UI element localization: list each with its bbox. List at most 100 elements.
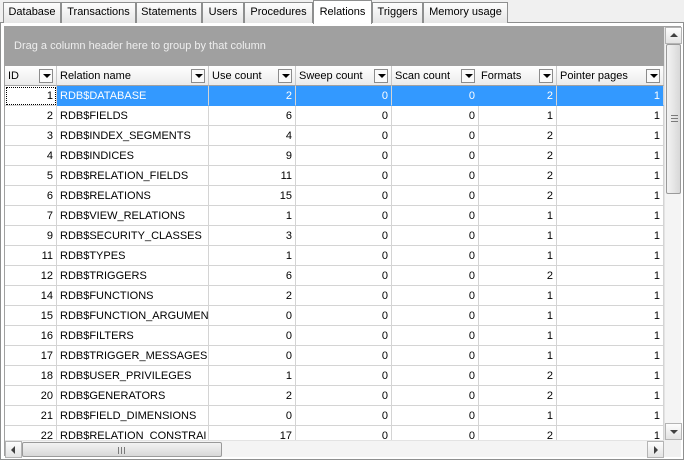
cell-scan-count[interactable]: 0 [392,286,479,306]
cell-pointer-pages[interactable]: 1 [557,126,664,146]
cell-use-count[interactable]: 0 [209,346,296,366]
cell-sweep-count[interactable]: 0 [296,366,392,386]
vertical-scrollbar[interactable] [664,27,682,440]
cell-pointer-pages[interactable]: 1 [557,306,664,326]
cell-pointer-pages[interactable]: 1 [557,266,664,286]
table-row[interactable]: 2 RDB$FIELDS 6 0 0 1 1 [5,106,664,126]
cell-use-count[interactable]: 2 [209,86,296,106]
cell-scan-count[interactable]: 0 [392,266,479,286]
cell-scan-count[interactable]: 0 [392,206,479,226]
cell-relation-name[interactable]: RDB$DATABASE [57,86,209,106]
cell-formats[interactable]: 1 [478,346,557,366]
cell-sweep-count[interactable]: 0 [296,286,392,306]
cell-formats[interactable]: 2 [478,166,557,186]
cell-sweep-count[interactable]: 0 [296,126,392,146]
vertical-scroll-thumb[interactable] [666,44,681,194]
horizontal-scroll-thumb[interactable] [22,442,222,457]
cell-relation-name[interactable]: RDB$INDICES [57,146,209,166]
cell-use-count[interactable]: 3 [209,226,296,246]
cell-scan-count[interactable]: 0 [392,226,479,246]
cell-id[interactable]: 21 [5,406,57,426]
cell-relation-name[interactable]: RDB$RELATION_FIELDS [57,166,209,186]
table-row[interactable]: 21 RDB$FIELD_DIMENSIONS 0 0 0 1 1 [5,406,664,426]
cell-relation-name[interactable]: RDB$FUNCTION_ARGUMEN [57,306,209,326]
cell-scan-count[interactable]: 0 [392,126,479,146]
chevron-down-icon[interactable] [39,69,53,83]
column-header-relation-name[interactable]: Relation name [57,66,209,86]
scroll-up-button[interactable] [665,27,682,44]
cell-use-count[interactable]: 0 [209,306,296,326]
cell-sweep-count[interactable]: 0 [296,106,392,126]
chevron-down-icon[interactable] [278,69,292,83]
cell-relation-name[interactable]: RDB$GENERATORS [57,386,209,406]
column-header-pointer-pages[interactable]: Pointer pages [557,66,664,86]
cell-formats[interactable]: 1 [478,286,557,306]
cell-formats[interactable]: 2 [478,266,557,286]
tab-statements[interactable]: Statements [136,2,202,23]
cell-pointer-pages[interactable]: 1 [557,406,664,426]
cell-use-count[interactable]: 4 [209,126,296,146]
cell-relation-name[interactable]: RDB$VIEW_RELATIONS [57,206,209,226]
table-row[interactable]: 17 RDB$TRIGGER_MESSAGES 0 0 0 1 1 [5,346,664,366]
cell-relation-name[interactable]: RDB$USER_PRIVILEGES [57,366,209,386]
table-row[interactable]: 6 RDB$RELATIONS 15 0 0 2 1 [5,186,664,206]
cell-relation-name[interactable]: RDB$INDEX_SEGMENTS [57,126,209,146]
horizontal-scrollbar[interactable] [5,440,664,458]
table-row[interactable]: 1 RDB$DATABASE 2 0 0 2 1 [5,86,664,106]
cell-sweep-count[interactable]: 0 [296,326,392,346]
chevron-down-icon[interactable] [646,69,660,83]
cell-use-count[interactable]: 1 [209,366,296,386]
cell-formats[interactable]: 1 [478,406,557,426]
cell-use-count[interactable]: 1 [209,206,296,226]
cell-sweep-count[interactable]: 0 [296,346,392,366]
cell-scan-count[interactable]: 0 [392,86,479,106]
column-header-scan-count[interactable]: Scan count [392,66,479,86]
cell-relation-name[interactable]: RDB$RELATION_CONSTRAI [57,426,209,441]
column-header-formats[interactable]: Formats [478,66,557,86]
column-header-use-count[interactable]: Use count [209,66,296,86]
cell-scan-count[interactable]: 0 [392,166,479,186]
cell-scan-count[interactable]: 0 [392,426,479,441]
cell-formats[interactable]: 1 [478,206,557,226]
table-row[interactable]: 7 RDB$VIEW_RELATIONS 1 0 0 1 1 [5,206,664,226]
tab-memory-usage[interactable]: Memory usage [423,2,508,23]
cell-formats[interactable]: 2 [478,366,557,386]
cell-formats[interactable]: 1 [478,246,557,266]
cell-sweep-count[interactable]: 0 [296,266,392,286]
cell-scan-count[interactable]: 0 [392,386,479,406]
cell-use-count[interactable]: 1 [209,246,296,266]
cell-pointer-pages[interactable]: 1 [557,386,664,406]
chevron-down-icon[interactable] [461,69,475,83]
cell-pointer-pages[interactable]: 1 [557,326,664,346]
cell-use-count[interactable]: 2 [209,286,296,306]
cell-use-count[interactable]: 0 [209,326,296,346]
cell-pointer-pages[interactable]: 1 [557,226,664,246]
cell-use-count[interactable]: 11 [209,166,296,186]
cell-id[interactable]: 5 [5,166,57,186]
cell-pointer-pages[interactable]: 1 [557,426,664,441]
cell-use-count[interactable]: 9 [209,146,296,166]
tab-triggers[interactable]: Triggers [372,2,423,23]
cell-scan-count[interactable]: 0 [392,366,479,386]
tab-relations[interactable]: Relations [313,0,372,24]
cell-pointer-pages[interactable]: 1 [557,186,664,206]
cell-scan-count[interactable]: 0 [392,346,479,366]
cell-use-count[interactable]: 2 [209,386,296,406]
cell-relation-name[interactable]: RDB$RELATIONS [57,186,209,206]
column-header-sweep-count[interactable]: Sweep count [296,66,392,86]
cell-sweep-count[interactable]: 0 [296,306,392,326]
tab-transactions[interactable]: Transactions [61,2,136,23]
table-row[interactable]: 4 RDB$INDICES 9 0 0 2 1 [5,146,664,166]
cell-id[interactable]: 20 [5,386,57,406]
chevron-down-icon[interactable] [191,69,205,83]
cell-formats[interactable]: 2 [478,386,557,406]
table-row[interactable]: 5 RDB$RELATION_FIELDS 11 0 0 2 1 [5,166,664,186]
cell-formats[interactable]: 2 [478,186,557,206]
cell-formats[interactable]: 2 [478,426,557,441]
table-row[interactable]: 11 RDB$TYPES 1 0 0 1 1 [5,246,664,266]
cell-relation-name[interactable]: RDB$TRIGGERS [57,266,209,286]
cell-sweep-count[interactable]: 0 [296,246,392,266]
cell-id[interactable]: 4 [5,146,57,166]
cell-id[interactable]: 11 [5,246,57,266]
cell-use-count[interactable]: 0 [209,406,296,426]
